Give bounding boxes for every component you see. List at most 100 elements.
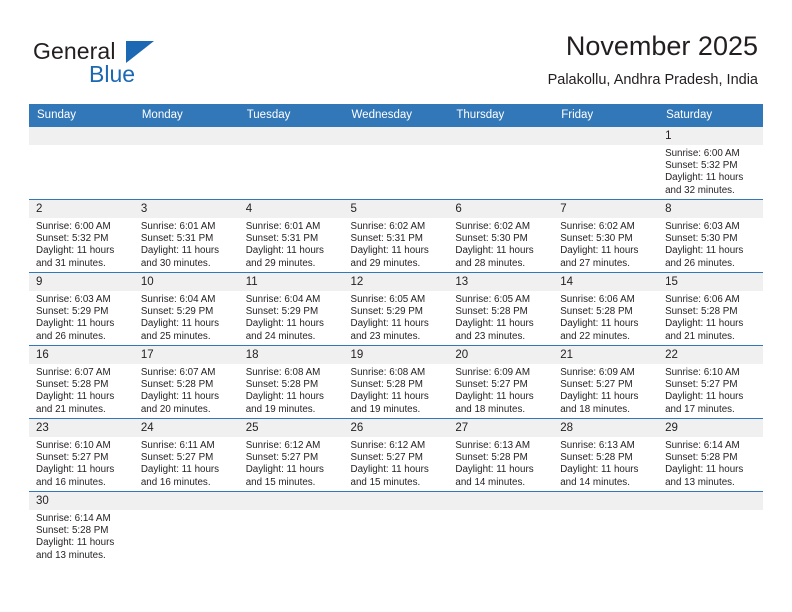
day-cell-inner: 2 Sunrise: 6:00 AM Sunset: 5:32 PM Daylight… bbox=[29, 200, 134, 272]
general-blue-logo[interactable]: General Blue bbox=[33, 38, 243, 90]
daylight-line-2: and 27 minutes. bbox=[560, 257, 630, 269]
calendar-day-cell[interactable]: 26 Sunrise: 6:12 AM Sunset: 5:27 PM Dayligh… bbox=[343, 418, 449, 492]
sunset-time: Sunset: 5:27 PM bbox=[560, 379, 633, 391]
weekday-header-friday: Friday bbox=[553, 104, 659, 127]
sunset-time: Sunset: 5:28 PM bbox=[455, 452, 528, 464]
weekday-header-saturday: Saturday bbox=[658, 104, 763, 127]
sunset-time: Sunset: 5:29 PM bbox=[245, 306, 319, 318]
sunrise-time: Sunrise: 6:09 AM bbox=[455, 367, 530, 378]
daylight-line-1: Daylight: 11 hours bbox=[665, 391, 744, 403]
day-cell-details bbox=[29, 145, 134, 148]
calendar-day-cell[interactable]: 13 Sunrise: 6:05 AM Sunset: 5:28 PM Dayligh… bbox=[448, 272, 554, 346]
calendar-week-row: 23 Sunrise: 6:10 AM Sunset: 5:27 PM Dayligh… bbox=[29, 418, 763, 492]
day-number: 26 bbox=[343, 419, 449, 437]
calendar-day-cell[interactable]: 19 Sunrise: 6:08 AM Sunset: 5:28 PM Dayligh… bbox=[343, 345, 449, 419]
day-cell-details bbox=[658, 510, 763, 513]
page-header: General Blue November 2025 Palakollu, An… bbox=[0, 0, 792, 100]
day-cell-details: Sunrise: 6:01 AM Sunset: 5:31 PM Daylight:… bbox=[134, 218, 239, 270]
daylight-line-2: and 26 minutes. bbox=[36, 330, 106, 342]
calendar-day-cell[interactable]: 11 Sunrise: 6:04 AM Sunset: 5:29 PM Dayligh… bbox=[238, 272, 344, 346]
calendar-day-cell[interactable]: 9 Sunrise: 6:03 AM Sunset: 5:29 PM Daylight… bbox=[29, 272, 134, 346]
day-cell-inner: 25 Sunrise: 6:12 AM Sunset: 5:27 PM Dayligh… bbox=[238, 419, 344, 491]
calendar-day-cell[interactable]: 5 Sunrise: 6:02 AM Sunset: 5:31 PM Daylight… bbox=[343, 199, 449, 273]
day-cell-details bbox=[344, 510, 449, 513]
calendar-day-cell[interactable]: 30 Sunrise: 6:14 AM Sunset: 5:28 PM Dayligh… bbox=[29, 491, 134, 576]
calendar-day-cell[interactable]: 22 Sunrise: 6:10 AM Sunset: 5:27 PM Dayligh… bbox=[658, 345, 763, 419]
sunset-time: Sunset: 5:30 PM bbox=[560, 233, 633, 245]
day-number: 30 bbox=[29, 492, 134, 510]
day-number: 3 bbox=[133, 200, 239, 218]
calendar-day-cell[interactable]: 7 Sunrise: 6:02 AM Sunset: 5:30 PM Daylight… bbox=[553, 199, 659, 273]
daylight-line-1: Daylight: 11 hours bbox=[350, 464, 429, 476]
day-cell-inner: 3 Sunrise: 6:01 AM Sunset: 5:31 PM Daylight… bbox=[133, 200, 239, 272]
calendar-day-cell[interactable]: 25 Sunrise: 6:12 AM Sunset: 5:27 PM Dayligh… bbox=[238, 418, 344, 492]
day-cell-details: Sunrise: 6:00 AM Sunset: 5:32 PM Daylight:… bbox=[29, 218, 134, 270]
sunrise-time: Sunrise: 6:14 AM bbox=[665, 440, 740, 451]
day-cell-details: Sunrise: 6:02 AM Sunset: 5:30 PM Daylight:… bbox=[553, 218, 658, 270]
day-cell-inner: 19 Sunrise: 6:08 AM Sunset: 5:28 PM Dayligh… bbox=[343, 346, 449, 418]
daylight-line-1: Daylight: 11 hours bbox=[665, 172, 744, 184]
calendar-day-cell[interactable]: 17 Sunrise: 6:07 AM Sunset: 5:28 PM Dayligh… bbox=[133, 345, 239, 419]
day-cell-inner bbox=[238, 492, 344, 576]
calendar-body: 1 Sunrise: 6:00 AM Sunset: 5:32 PM Daylight… bbox=[29, 126, 763, 576]
calendar-day-cell[interactable]: 2 Sunrise: 6:00 AM Sunset: 5:32 PM Daylight… bbox=[29, 199, 134, 273]
calendar-day-cell-empty bbox=[448, 491, 554, 576]
sunrise-time: Sunrise: 6:06 AM bbox=[560, 294, 635, 305]
day-cell-inner: 29 Sunrise: 6:14 AM Sunset: 5:28 PM Dayligh… bbox=[658, 419, 763, 491]
daylight-line-1: Daylight: 11 hours bbox=[560, 391, 639, 403]
calendar-day-cell[interactable]: 6 Sunrise: 6:02 AM Sunset: 5:30 PM Daylight… bbox=[448, 199, 554, 273]
daylight-line-1: Daylight: 11 hours bbox=[560, 464, 639, 476]
calendar-day-cell[interactable]: 1 Sunrise: 6:00 AM Sunset: 5:32 PM Daylight… bbox=[658, 126, 763, 200]
calendar-day-cell[interactable]: 16 Sunrise: 6:07 AM Sunset: 5:28 PM Dayligh… bbox=[29, 345, 134, 419]
day-cell-inner: 11 Sunrise: 6:04 AM Sunset: 5:29 PM Dayligh… bbox=[238, 273, 344, 345]
calendar-day-cell[interactable]: 24 Sunrise: 6:11 AM Sunset: 5:27 PM Dayligh… bbox=[133, 418, 239, 492]
day-cell-details: Sunrise: 6:01 AM Sunset: 5:31 PM Daylight:… bbox=[239, 218, 344, 270]
calendar-day-cell[interactable]: 8 Sunrise: 6:03 AM Sunset: 5:30 PM Daylight… bbox=[658, 199, 763, 273]
daylight-line-1: Daylight: 11 hours bbox=[36, 464, 115, 476]
sunrise-time: Sunrise: 6:04 AM bbox=[245, 294, 321, 305]
calendar-day-cell[interactable]: 10 Sunrise: 6:04 AM Sunset: 5:29 PM Dayligh… bbox=[133, 272, 239, 346]
calendar-day-cell[interactable]: 3 Sunrise: 6:01 AM Sunset: 5:31 PM Daylight… bbox=[133, 199, 239, 273]
calendar-week-row: 2 Sunrise: 6:00 AM Sunset: 5:32 PM Daylight… bbox=[29, 199, 763, 273]
calendar-day-cell[interactable]: 12 Sunrise: 6:05 AM Sunset: 5:29 PM Dayligh… bbox=[343, 272, 449, 346]
day-cell-inner: 10 Sunrise: 6:04 AM Sunset: 5:29 PM Dayligh… bbox=[133, 273, 239, 345]
calendar-day-cell[interactable]: 14 Sunrise: 6:06 AM Sunset: 5:28 PM Dayligh… bbox=[553, 272, 659, 346]
day-cell-details: Sunrise: 6:09 AM Sunset: 5:27 PM Daylight:… bbox=[448, 364, 553, 416]
day-cell-inner bbox=[238, 127, 344, 199]
daylight-line-1: Daylight: 11 hours bbox=[140, 464, 220, 476]
sunrise-time: Sunrise: 6:08 AM bbox=[350, 367, 426, 378]
calendar-day-cell[interactable]: 27 Sunrise: 6:13 AM Sunset: 5:28 PM Dayligh… bbox=[448, 418, 554, 492]
sunset-time: Sunset: 5:28 PM bbox=[36, 525, 109, 537]
daylight-line-2: and 16 minutes. bbox=[140, 476, 211, 488]
day-cell-inner: 16 Sunrise: 6:07 AM Sunset: 5:28 PM Dayligh… bbox=[29, 346, 134, 418]
calendar-day-cell[interactable]: 20 Sunrise: 6:09 AM Sunset: 5:27 PM Dayligh… bbox=[448, 345, 554, 419]
day-cell-details: Sunrise: 6:07 AM Sunset: 5:28 PM Daylight:… bbox=[29, 364, 134, 416]
logo-triangle-icon bbox=[126, 41, 154, 63]
day-number: 16 bbox=[29, 346, 134, 364]
day-number bbox=[238, 492, 344, 510]
day-cell-details bbox=[448, 145, 553, 148]
day-number bbox=[133, 127, 239, 145]
day-cell-inner: 28 Sunrise: 6:13 AM Sunset: 5:28 PM Dayligh… bbox=[553, 419, 659, 491]
day-cell-details: Sunrise: 6:08 AM Sunset: 5:28 PM Daylight:… bbox=[239, 364, 344, 416]
day-cell-inner: 17 Sunrise: 6:07 AM Sunset: 5:28 PM Dayligh… bbox=[133, 346, 239, 418]
day-cell-details bbox=[134, 510, 239, 513]
calendar-day-cell-empty bbox=[553, 491, 659, 576]
calendar-day-cell[interactable]: 23 Sunrise: 6:10 AM Sunset: 5:27 PM Dayligh… bbox=[29, 418, 134, 492]
calendar-day-cell[interactable]: 21 Sunrise: 6:09 AM Sunset: 5:27 PM Dayligh… bbox=[553, 345, 659, 419]
daylight-line-2: and 19 minutes. bbox=[245, 403, 316, 415]
calendar-day-cell[interactable]: 4 Sunrise: 6:01 AM Sunset: 5:31 PM Daylight… bbox=[238, 199, 344, 273]
daylight-line-2: and 22 minutes. bbox=[560, 330, 630, 342]
calendar-day-cell[interactable]: 28 Sunrise: 6:13 AM Sunset: 5:28 PM Dayligh… bbox=[553, 418, 659, 492]
sunrise-time: Sunrise: 6:00 AM bbox=[36, 221, 111, 232]
day-number: 28 bbox=[553, 419, 659, 437]
calendar-day-cell[interactable]: 29 Sunrise: 6:14 AM Sunset: 5:28 PM Dayligh… bbox=[658, 418, 763, 492]
weekday-header-monday: Monday bbox=[133, 104, 239, 127]
day-cell-inner: 1 Sunrise: 6:00 AM Sunset: 5:32 PM Daylight… bbox=[658, 127, 763, 199]
calendar-day-cell[interactable]: 15 Sunrise: 6:06 AM Sunset: 5:28 PM Dayligh… bbox=[658, 272, 763, 346]
calendar-day-cell[interactable]: 18 Sunrise: 6:08 AM Sunset: 5:28 PM Dayligh… bbox=[238, 345, 344, 419]
calendar-day-cell-empty bbox=[553, 126, 659, 200]
day-cell-inner: 12 Sunrise: 6:05 AM Sunset: 5:29 PM Dayligh… bbox=[343, 273, 449, 345]
day-number: 7 bbox=[553, 200, 659, 218]
sunrise-time: Sunrise: 6:01 AM bbox=[140, 221, 216, 232]
